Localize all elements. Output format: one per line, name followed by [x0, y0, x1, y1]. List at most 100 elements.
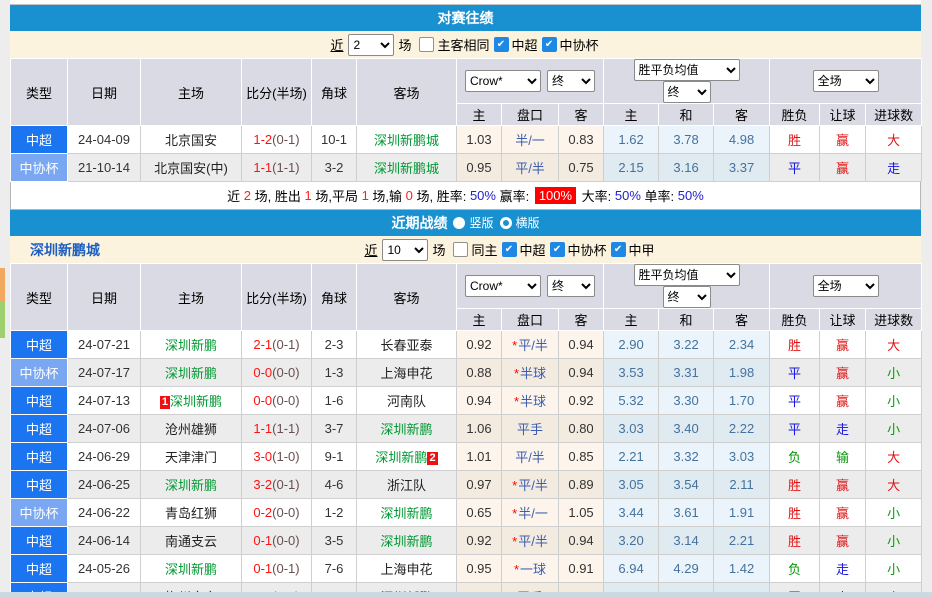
avg-away-cell: 3.37 [714, 154, 770, 182]
result-handicap-cell: 走 [820, 555, 866, 583]
home-team-cell: 深圳新鹏 [141, 359, 242, 387]
bookmaker-final-select[interactable]: 终 [547, 70, 595, 92]
odds-away-cell: 1.05 [559, 499, 604, 527]
result-handicap-cell: 赢 [820, 154, 866, 182]
handicap-value: 平/半 [518, 338, 548, 353]
result-handicap-cell: 赢 [820, 126, 866, 154]
recent-filter-checkbox-中超[interactable]: ✔中超 [502, 240, 546, 259]
result-handicap-cell: 走 [820, 415, 866, 443]
checkbox-icon [453, 242, 468, 257]
halftime-score: (1-1) [272, 160, 299, 175]
checkbox-icon: ✔ [542, 37, 557, 52]
h2h-games-count-select[interactable]: 2 [348, 34, 394, 56]
summary-text: 大率: [578, 186, 615, 205]
odds-home-cell: 1.01 [457, 443, 502, 471]
header-dropdown-group: 全场 [770, 264, 922, 309]
result-goals-cell: 大 [866, 331, 922, 359]
match-row: 中协杯24-06-22青岛红狮0-2(0-0)1-2深圳新鹏0.65*半/一1.… [11, 499, 922, 527]
view-option-竖版[interactable]: 竖版 [453, 214, 493, 231]
summary-text: 单率: [641, 186, 678, 205]
avg-home-cell: 3.44 [604, 499, 659, 527]
result-goals-cell: 小 [866, 387, 922, 415]
corners-cell: 9-1 [312, 443, 357, 471]
team-name: 深圳新鹏城 [374, 161, 439, 176]
recent-title-bar: 近期战绩 竖版横版 [10, 210, 921, 236]
bookmaker-select[interactable]: Crow* [465, 275, 541, 297]
result-goals-cell: 大 [866, 471, 922, 499]
h2h-filter-checkbox-中超[interactable]: ✔中超 [494, 35, 538, 54]
fulltime-score: 1-1 [253, 421, 272, 436]
halftime-score: (1-1) [272, 421, 299, 436]
result-handicap-cell: 赢 [820, 387, 866, 415]
recent-games-count-select[interactable]: 10 [382, 239, 428, 261]
column-subheader: 客 [714, 104, 770, 126]
column-subheader: 盘口 [502, 104, 559, 126]
match-row: 中超24-06-29天津津门3-0(1-0)9-1深圳新鹏21.01平/半0.8… [11, 443, 922, 471]
avg-home-cell: 1.62 [604, 126, 659, 154]
bookmaker-final-select[interactable]: 终 [547, 275, 595, 297]
recent-filter-checkbox-同主[interactable]: 同主 [453, 240, 497, 259]
checkbox-icon [419, 37, 434, 52]
odds-away-cell: 0.94 [559, 527, 604, 555]
checkbox-icon: ✔ [494, 37, 509, 52]
column-header: 比分(半场) [242, 59, 312, 126]
odds-away-cell: 0.94 [559, 331, 604, 359]
avg-final-select[interactable]: 终 [663, 81, 711, 103]
column-subheader: 客 [714, 309, 770, 331]
league-cell: 中超 [11, 126, 68, 154]
avg-away-cell: 2.22 [714, 415, 770, 443]
header-row-dropdowns: 类型日期主场比分(半场)角球客场Crow*终胜平负均值终全场 [11, 264, 922, 309]
result-handicap-cell: 赢 [820, 499, 866, 527]
avg-away-cell: 1.91 [714, 499, 770, 527]
corners-cell: 3-2 [312, 154, 357, 182]
recent-filter-checkbox-中协杯[interactable]: ✔中协杯 [550, 240, 607, 259]
avg-home-cell: 6.94 [604, 555, 659, 583]
view-option-横版[interactable]: 横版 [500, 214, 540, 231]
avg-final-select[interactable]: 终 [663, 286, 711, 308]
team-name: 深圳新鹏 [380, 506, 432, 521]
checkbox-icon: ✔ [611, 242, 626, 257]
result-outcome-cell: 胜 [770, 471, 820, 499]
h2h-section: 对赛往绩 近2场主客相同✔中超✔中协杯 类型日期主场比分(半场)角球客场Crow… [10, 5, 921, 210]
halftime-score: (1-0) [272, 449, 299, 464]
league-cell: 中超 [11, 527, 68, 555]
avg-select[interactable]: 胜平负均值 [634, 264, 740, 286]
odds-home-cell: 0.92 [457, 331, 502, 359]
h2h-filter-controls: 近2场主客相同✔中超✔中协杯 [10, 34, 921, 56]
live-star: * [514, 562, 519, 577]
halftime-score: (0-0) [272, 393, 299, 408]
fulltime-select[interactable]: 全场 [813, 70, 879, 92]
match-row: 中超24-05-26深圳新鹏0-1(0-1)7-6上海申花0.95*一球0.91… [11, 555, 922, 583]
fulltime-score: 0-2 [253, 505, 272, 520]
result-handicap-cell: 赢 [820, 359, 866, 387]
league-cell: 中协杯 [11, 154, 68, 182]
h2h-filter-checkbox-主客相同[interactable]: 主客相同 [419, 35, 489, 54]
avg-select[interactable]: 胜平负均值 [634, 59, 740, 81]
match-row: 中超24-04-09北京国安1-2(0-1)10-1深圳新鹏城1.03半/一0.… [11, 126, 922, 154]
recent-filter-checkbox-中甲[interactable]: ✔中甲 [611, 240, 655, 259]
score-cell: 0-0(0-0) [242, 359, 312, 387]
odds-home-cell: 0.88 [457, 359, 502, 387]
away-team-cell: 河南队 [357, 387, 457, 415]
recent-recent-games-link[interactable]: 近 [364, 240, 377, 259]
column-subheader: 主 [457, 309, 502, 331]
checkbox-label: 中协杯 [560, 35, 599, 54]
summary-text: 场, 胜率: [413, 186, 470, 205]
date-cell: 24-06-22 [68, 499, 141, 527]
summary-text: 近 [227, 186, 244, 205]
summary-text: 2 [244, 188, 251, 203]
h2h-title-bar: 对赛往绩 [10, 5, 921, 31]
fulltime-score: 3-0 [253, 449, 272, 464]
avg-draw-cell: 3.22 [659, 331, 714, 359]
odds-away-cell: 0.89 [559, 471, 604, 499]
result-outcome-cell: 胜 [770, 126, 820, 154]
fulltime-select[interactable]: 全场 [813, 275, 879, 297]
bookmaker-select[interactable]: Crow* [465, 70, 541, 92]
avg-draw-cell: 3.54 [659, 471, 714, 499]
handicap-cell: *半/一 [502, 499, 559, 527]
h2h-filter-checkbox-中协杯[interactable]: ✔中协杯 [542, 35, 599, 54]
summary-text: 场,输 [369, 186, 406, 205]
h2h-recent-games-link[interactable]: 近 [330, 35, 343, 54]
h2h-games-label: 场 [398, 35, 411, 54]
corners-cell: 3-7 [312, 415, 357, 443]
